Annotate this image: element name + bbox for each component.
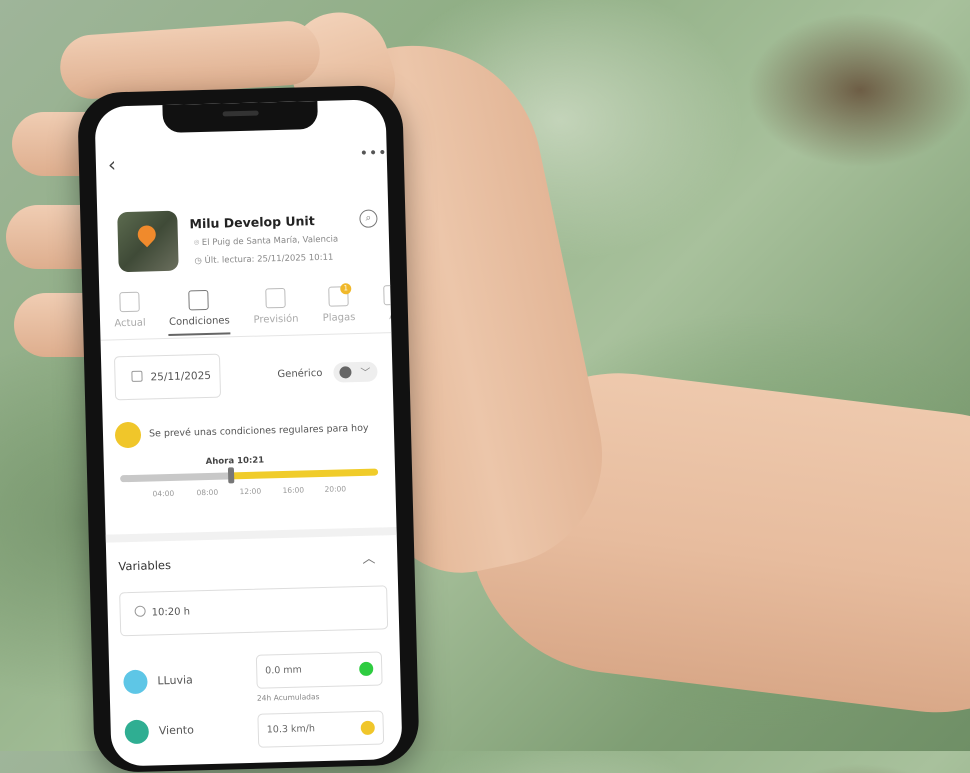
calendar-small-icon (131, 370, 143, 382)
tab-actual[interactable]: Actual (99, 291, 160, 330)
status-good-icon (359, 661, 374, 677)
location-text: ⌾ El Puig de Santa María, Valencia (193, 234, 339, 249)
last-reading-text: ◷ Últ. lectura: 25/11/2025 10:11 (194, 252, 334, 267)
crop-icon (339, 366, 352, 379)
timeline-tick: 04:00 (152, 488, 175, 499)
forecast-calendar-icon (265, 287, 286, 309)
smartphone: ‹ ••• Milu Develop Unit ⌕ ⌾ El Puig de S… (77, 84, 420, 773)
date-value: 25/11/2025 (150, 369, 212, 384)
wind-label: Viento (158, 723, 195, 738)
tab-label: Al (389, 310, 399, 323)
profile-dropdown[interactable]: ﹀ (333, 361, 378, 383)
chevron-up-icon[interactable]: ︿ (362, 548, 375, 567)
section-separator (105, 527, 397, 543)
rain-value: 0.0 mm (265, 664, 303, 677)
active-tab-indicator (168, 332, 231, 336)
timeline-future (232, 468, 379, 480)
time-selector[interactable]: 10:20 h (119, 585, 389, 637)
tab-condiciones[interactable]: Condiciones (168, 289, 230, 328)
now-label: Ahora 10:21 (205, 455, 265, 468)
tab-label: Plagas (322, 312, 356, 324)
variables-title: Variables (118, 557, 172, 574)
tab-plagas[interactable]: Plagas (308, 286, 369, 325)
map-thumbnail[interactable] (117, 210, 179, 273)
status-regular-icon (360, 720, 375, 736)
tab-label: Actual (114, 317, 146, 330)
chevron-down-icon: ﹀ (360, 367, 371, 379)
rain-note: 24h Acumuladas (256, 692, 320, 703)
tab-label: Previsión (253, 313, 299, 326)
conditions-status-icon (114, 421, 142, 449)
last-reading-label: Últ. lectura: 25/11/2025 10:11 (204, 252, 334, 266)
rain-value-field: 0.0 mm (255, 651, 383, 689)
rain-label: LLuvia (157, 673, 193, 688)
tab-label: Condiciones (168, 315, 230, 328)
tab-alertas[interactable]: Al (363, 284, 403, 323)
timeline-tick: 12:00 (239, 486, 262, 497)
rain-cloud-icon (123, 669, 148, 695)
wind-value: 10.3 km/h (266, 723, 316, 736)
timeline-tick: 08:00 (196, 487, 219, 498)
plants-icon (188, 289, 209, 311)
speaker-grille (222, 110, 259, 117)
timeline-tick: 16:00 (282, 485, 305, 496)
alert-icon (383, 284, 403, 306)
date-picker[interactable]: 25/11/2025 (113, 353, 222, 401)
timeline-slider-handle[interactable] (227, 467, 235, 484)
conditions-message: Se prevé unas condiciones regulares para… (148, 422, 369, 440)
profile-label: Genérico (277, 367, 323, 381)
time-value: 10:20 h (151, 606, 191, 619)
back-icon[interactable]: ‹ (108, 152, 117, 176)
clock-icon (134, 605, 146, 617)
calendar-icon (119, 291, 140, 313)
device-title: Milu Develop Unit (189, 213, 315, 232)
wind-icon (124, 719, 150, 745)
search-icon[interactable]: ⌕ (359, 209, 378, 228)
location-pin-icon (134, 221, 160, 248)
location-label: El Puig de Santa María, Valencia (201, 234, 339, 249)
phone-notch (162, 100, 319, 134)
timeline-past (120, 472, 233, 483)
wind-value-field: 10.3 km/h (257, 710, 385, 748)
tab-divider (100, 332, 392, 341)
tab-prevision[interactable]: Previsión (245, 287, 306, 326)
phone-screen: ‹ ••• Milu Develop Unit ⌕ ⌾ El Puig de S… (94, 99, 403, 767)
more-options-icon[interactable]: ••• (360, 145, 388, 162)
timeline-tick: 20:00 (324, 484, 347, 494)
